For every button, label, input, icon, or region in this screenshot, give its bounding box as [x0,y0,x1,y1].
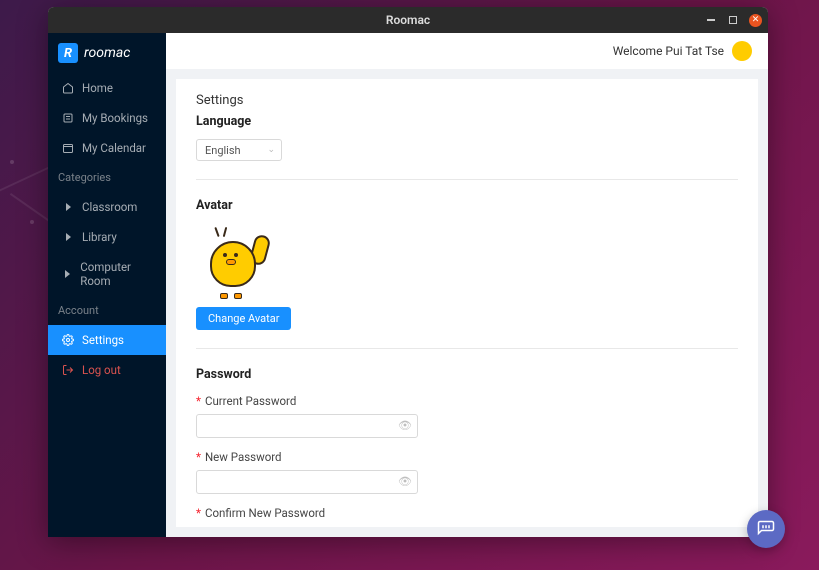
header-avatar[interactable] [732,41,752,61]
welcome-text: Welcome Pui Tat Tse [613,44,724,58]
language-heading: Language [196,114,738,129]
divider [196,348,738,349]
language-value: English [205,144,241,157]
change-avatar-button[interactable]: Change Avatar [196,307,291,330]
sidebar-section-account: Account [48,296,166,325]
calendar-icon [62,142,74,154]
current-password-input[interactable] [196,414,418,438]
sidebar-item-classroom[interactable]: Classroom [48,192,166,222]
brand-icon: R [58,43,78,63]
sidebar-item-label: Library [82,230,117,244]
chat-icon [757,520,775,538]
sidebar-item-logout[interactable]: Log out [48,355,166,385]
password-heading: Password [196,367,738,382]
app-window: Roomac ✕ R roomac Home My Bookings My Ca… [48,7,768,537]
header: Welcome Pui Tat Tse [166,33,768,69]
sidebar-item-label: Classroom [82,200,137,214]
sidebar-item-library[interactable]: Library [48,222,166,252]
maximize-button[interactable] [727,14,739,26]
chevron-right-icon [62,268,72,280]
chevron-right-icon [62,201,74,213]
page-title: Settings [196,93,738,108]
home-icon [62,82,74,94]
sidebar-item-label: Settings [82,333,124,347]
avatar-image [196,223,270,297]
sidebar-item-computer-room[interactable]: Computer Room [48,252,166,296]
sidebar-item-label: Computer Room [80,260,152,288]
sidebar: R roomac Home My Bookings My Calendar Ca… [48,33,166,537]
gear-icon [62,334,74,346]
minimize-button[interactable] [705,14,717,26]
bookings-icon [62,112,74,124]
sidebar-item-label: Home [82,81,113,95]
logout-icon [62,364,74,376]
new-password-label: *New Password [196,450,738,464]
current-password-label: *Current Password [196,394,738,408]
avatar-heading: Avatar [196,198,738,213]
settings-panel: Settings Language English ⌄ Avatar Chang… [176,79,758,527]
brand[interactable]: R roomac [48,33,166,73]
sidebar-item-label: My Bookings [82,111,148,125]
titlebar: Roomac ✕ [48,7,768,33]
chevron-right-icon [62,231,74,243]
chevron-down-icon: ⌄ [267,145,275,155]
eye-icon[interactable]: 👁 [398,419,412,432]
window-title: Roomac [386,13,430,27]
sidebar-item-label: My Calendar [82,141,146,155]
divider [196,179,738,180]
sidebar-item-settings[interactable]: Settings [48,325,166,355]
chat-widget-button[interactable] [747,510,785,548]
confirm-password-label: *Confirm New Password [196,506,738,520]
sidebar-item-calendar[interactable]: My Calendar [48,133,166,163]
close-button[interactable]: ✕ [749,14,762,27]
brand-name: roomac [84,45,130,61]
language-select[interactable]: English ⌄ [196,139,282,161]
eye-icon[interactable]: 👁 [398,475,412,488]
sidebar-item-home[interactable]: Home [48,73,166,103]
sidebar-section-categories: Categories [48,163,166,192]
sidebar-item-label: Log out [82,363,121,377]
main-area: Welcome Pui Tat Tse Settings Language En… [166,33,768,537]
new-password-input[interactable] [196,470,418,494]
sidebar-item-bookings[interactable]: My Bookings [48,103,166,133]
